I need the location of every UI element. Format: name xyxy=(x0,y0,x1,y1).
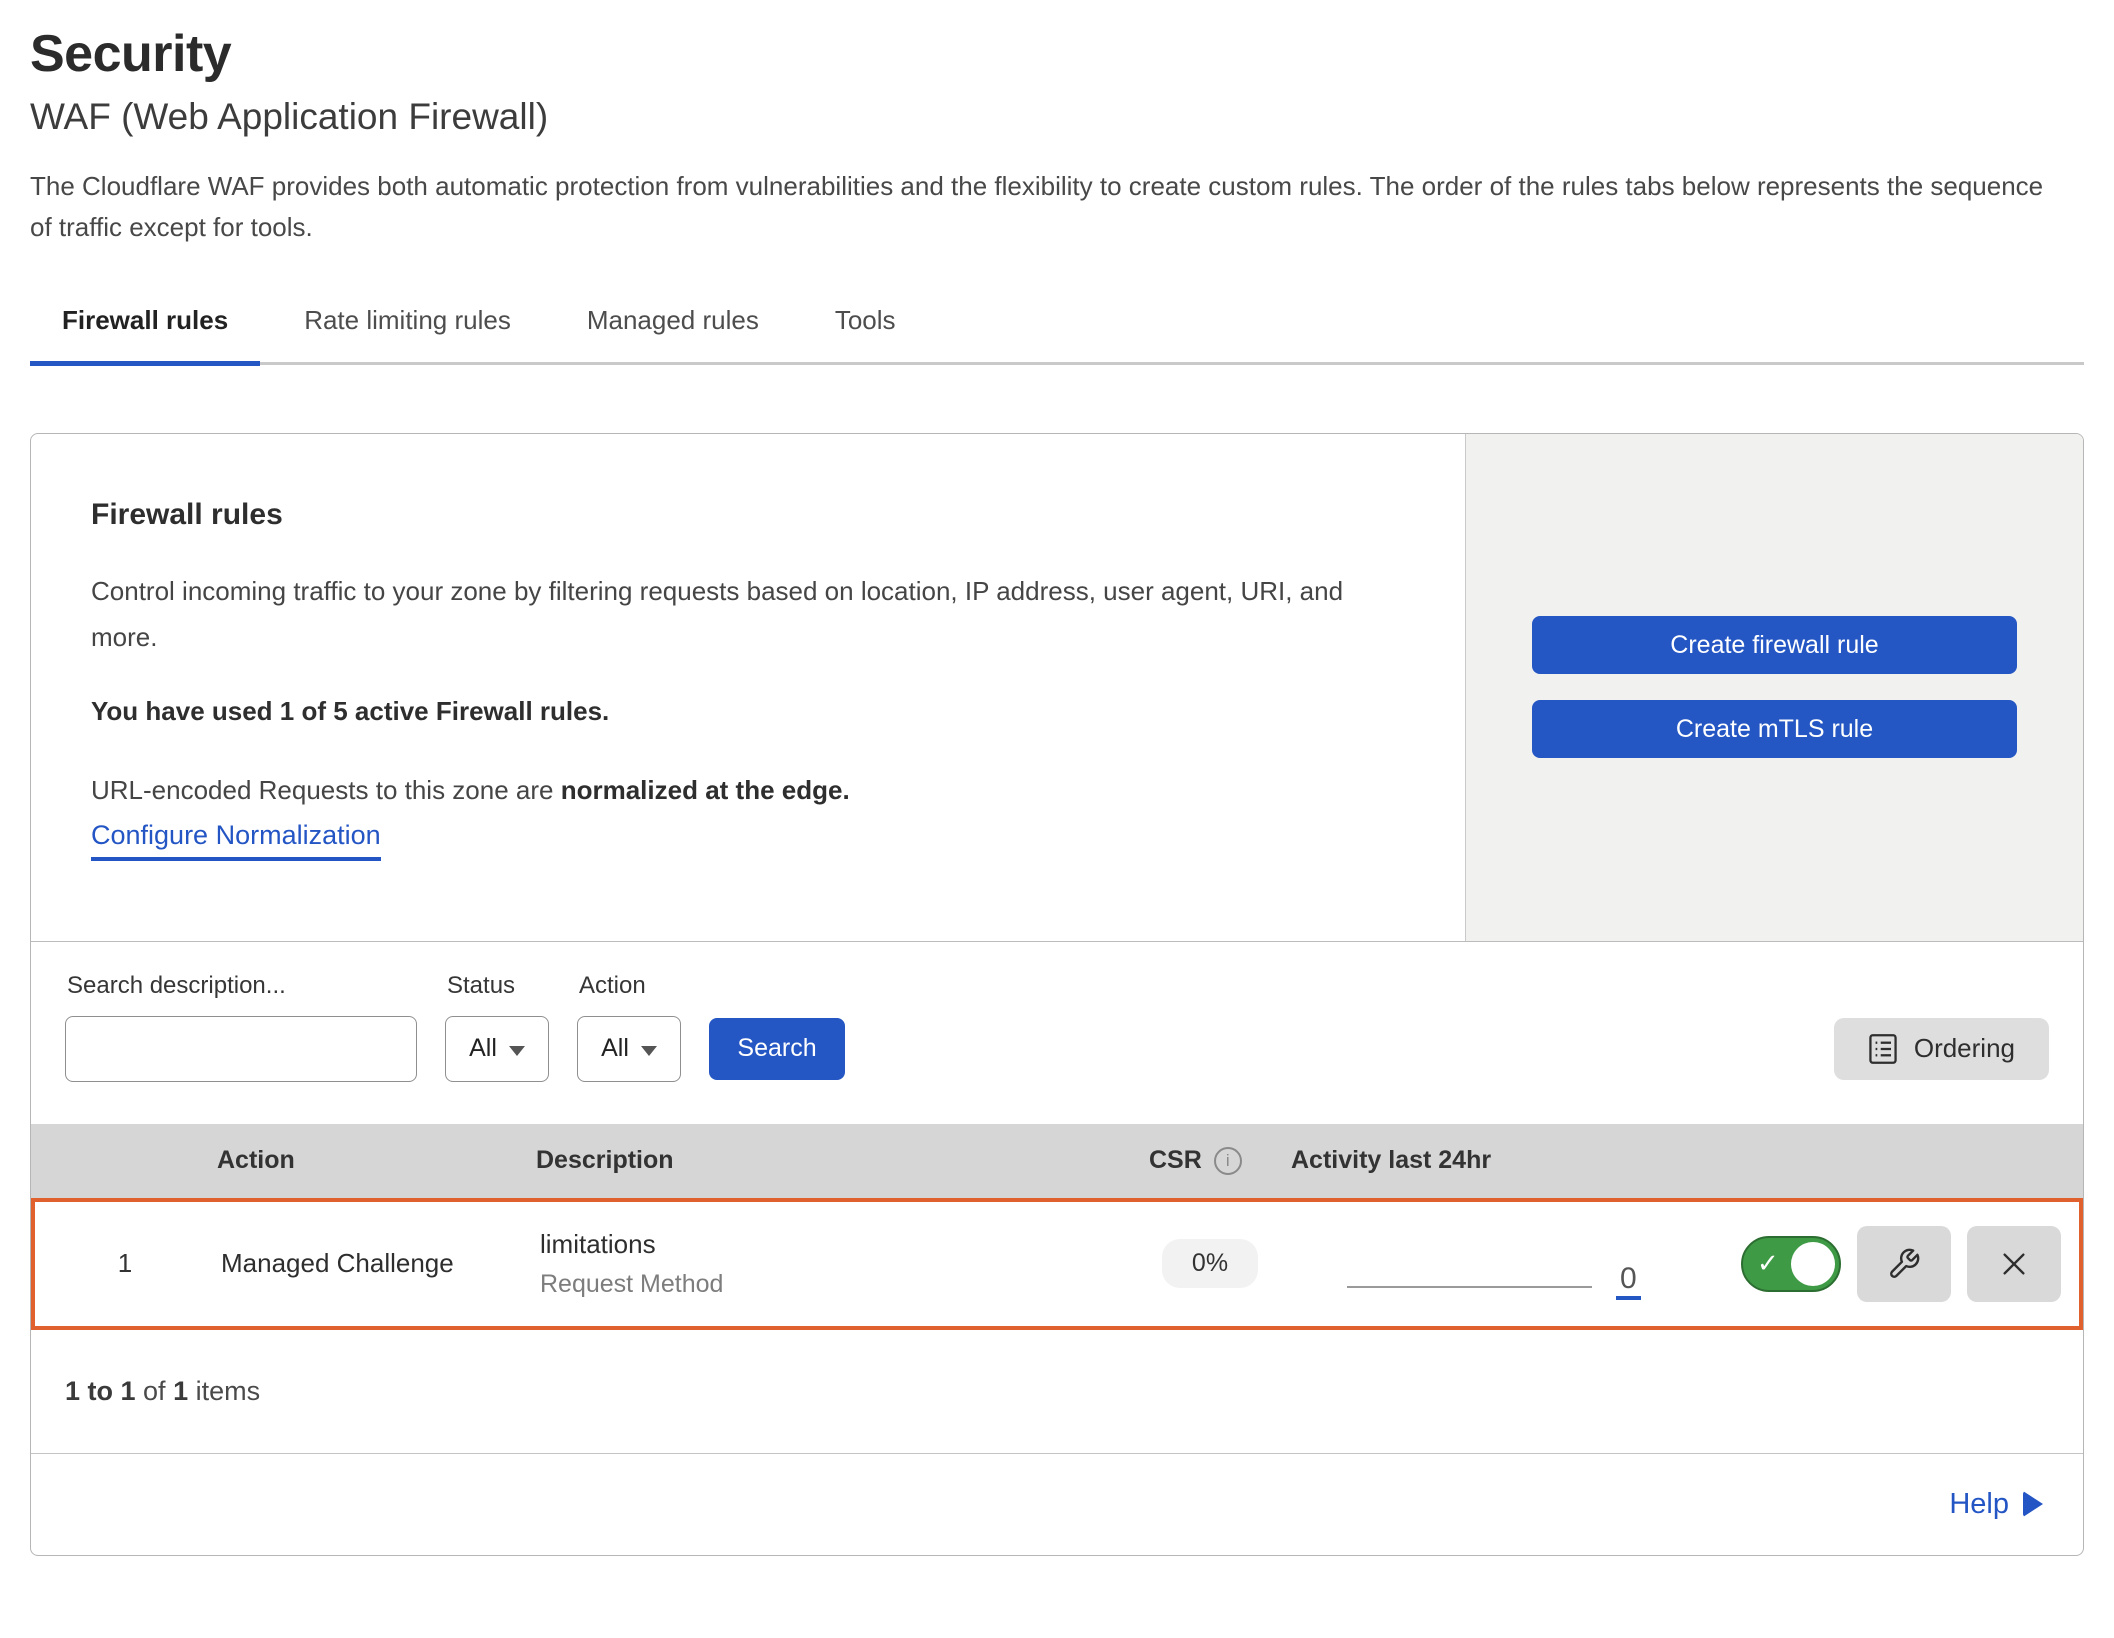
csr-header-label: CSR xyxy=(1149,1146,1202,1175)
activity-count-link[interactable]: 0 xyxy=(1616,1264,1641,1300)
wrench-icon xyxy=(1887,1247,1921,1281)
status-dropdown[interactable]: All xyxy=(445,1016,549,1082)
column-header-activity: Activity last 24hr xyxy=(1291,1146,1731,1175)
column-header-action: Action xyxy=(211,1146,536,1175)
search-label: Search description... xyxy=(67,972,417,1000)
security-waf-page: Security WAF (Web Application Firewall) … xyxy=(0,0,2114,1556)
rule-enabled-toggle[interactable]: ✓ xyxy=(1741,1236,1841,1292)
page-description: The Cloudflare WAF provides both automat… xyxy=(30,166,2060,249)
delete-rule-button[interactable] xyxy=(1967,1226,2061,1302)
activity-sparkline xyxy=(1347,1286,1592,1288)
tab-rate-limiting-rules[interactable]: Rate limiting rules xyxy=(272,291,543,362)
toggle-knob xyxy=(1791,1242,1835,1286)
ordering-list-icon xyxy=(1868,1033,1898,1065)
rule-description-cell: limitations Request Method xyxy=(540,1229,1125,1299)
status-label: Status xyxy=(447,972,549,1000)
configure-normalization-link[interactable]: Configure Normalization xyxy=(91,820,381,861)
card-description: Control incoming traffic to your zone by… xyxy=(91,568,1401,661)
normalization-text: URL-encoded Requests to this zone are no… xyxy=(91,775,1405,806)
edit-rule-button[interactable] xyxy=(1857,1226,1951,1302)
waf-tab-bar: Firewall rules Rate limiting rules Manag… xyxy=(30,291,2084,365)
range-text: 1 to 1 xyxy=(65,1376,136,1406)
search-button[interactable]: Search xyxy=(709,1018,845,1080)
ordering-button-label: Ordering xyxy=(1914,1033,2015,1064)
search-input-box[interactable] xyxy=(65,1016,417,1082)
chevron-down-icon xyxy=(509,1046,525,1056)
rule-activity-cell: 0 xyxy=(1295,1202,1735,1326)
tab-managed-rules[interactable]: Managed rules xyxy=(555,291,791,362)
action-label: Action xyxy=(579,972,681,1000)
firewall-rules-card: Firewall rules Control incoming traffic … xyxy=(30,433,2084,1556)
page-subtitle: WAF (Web Application Firewall) xyxy=(30,95,2084,139)
column-header-description: Description xyxy=(536,1146,1121,1175)
firewall-rules-info: Firewall rules Control incoming traffic … xyxy=(31,434,1465,941)
firewall-rule-row: 1 Managed Challenge limitations Request … xyxy=(31,1198,2083,1330)
of-text: of xyxy=(136,1376,174,1406)
help-row: Help xyxy=(31,1453,2083,1555)
rule-csr-cell: 0% xyxy=(1125,1239,1295,1288)
total-count: 1 xyxy=(173,1376,188,1406)
normalization-bold: normalized at the edge. xyxy=(561,775,850,805)
items-text: items xyxy=(188,1376,260,1406)
search-field-group: Search description... xyxy=(65,972,417,1082)
rule-priority: 1 xyxy=(35,1248,215,1279)
filter-toolbar: Search description... Status All xyxy=(31,942,2083,1124)
rule-action: Managed Challenge xyxy=(215,1248,540,1279)
page-title: Security xyxy=(30,26,2084,83)
rule-description[interactable]: limitations xyxy=(540,1229,1125,1260)
card-heading: Firewall rules xyxy=(91,498,1405,532)
help-label: Help xyxy=(1949,1488,2009,1521)
create-mtls-rule-button[interactable]: Create mTLS rule xyxy=(1532,700,2017,758)
ordering-button[interactable]: Ordering xyxy=(1834,1018,2049,1080)
rules-table-header: Action Description CSR i Activity last 2… xyxy=(31,1124,2083,1198)
info-icon[interactable]: i xyxy=(1214,1147,1242,1175)
status-dropdown-value: All xyxy=(469,1034,497,1063)
close-icon xyxy=(1998,1248,2030,1280)
status-filter-group: Status All xyxy=(445,972,549,1082)
rule-expression: Request Method xyxy=(540,1270,1125,1299)
help-arrow-icon xyxy=(2023,1491,2043,1517)
chevron-down-icon xyxy=(641,1046,657,1056)
create-firewall-rule-button[interactable]: Create firewall rule xyxy=(1532,616,2017,674)
normalization-prefix: URL-encoded Requests to this zone are xyxy=(91,775,561,805)
usage-text: You have used 1 of 5 active Firewall rul… xyxy=(91,696,1405,727)
tab-firewall-rules[interactable]: Firewall rules xyxy=(30,291,260,362)
action-dropdown[interactable]: All xyxy=(577,1016,681,1082)
help-link[interactable]: Help xyxy=(1949,1488,2043,1521)
card-actions-panel: Create firewall rule Create mTLS rule xyxy=(1465,434,2083,941)
action-dropdown-value: All xyxy=(601,1034,629,1063)
firewall-rules-summary-section: Firewall rules Control incoming traffic … xyxy=(31,434,2083,942)
search-input[interactable] xyxy=(94,1034,408,1064)
column-header-csr: CSR i xyxy=(1121,1146,1291,1175)
rule-controls: ✓ xyxy=(1735,1226,2079,1302)
check-icon: ✓ xyxy=(1757,1248,1779,1279)
csr-badge: 0% xyxy=(1162,1239,1258,1288)
action-filter-group: Action All xyxy=(577,972,681,1082)
tab-tools[interactable]: Tools xyxy=(803,291,928,362)
pagination-summary: 1 to 1 of 1 items xyxy=(31,1330,2083,1453)
